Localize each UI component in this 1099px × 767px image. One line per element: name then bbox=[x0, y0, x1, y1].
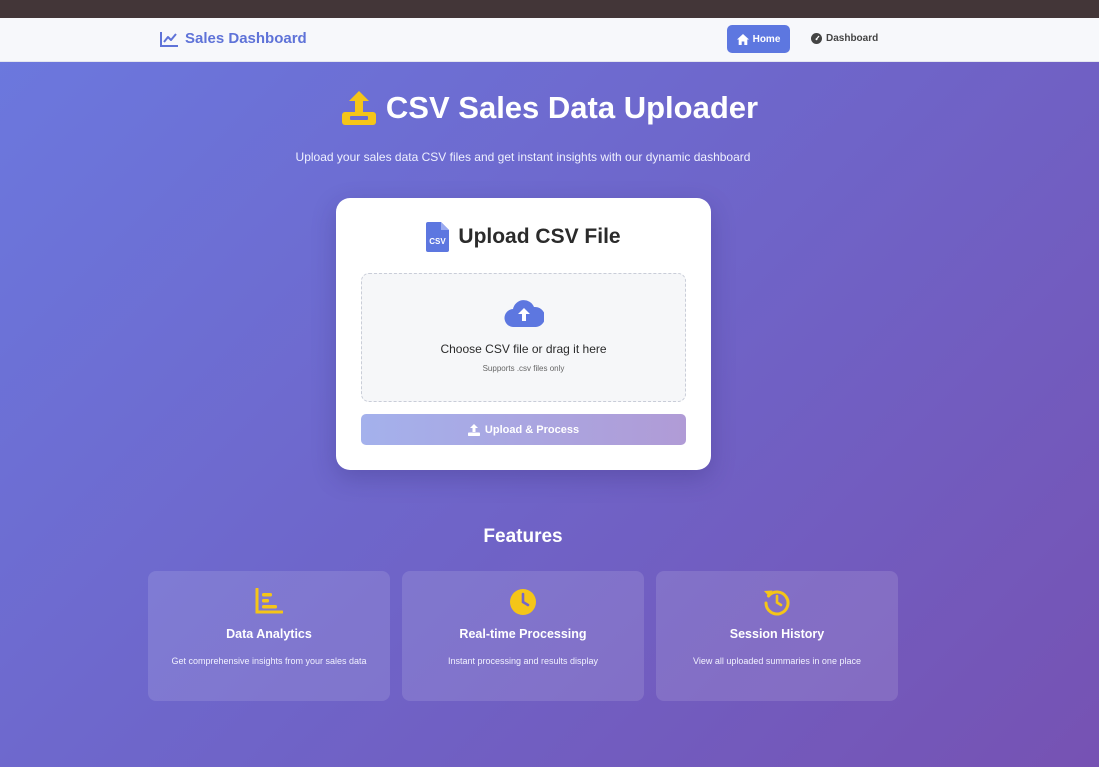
feature-card-realtime-processing: Real-time Processing Instant processing … bbox=[402, 571, 644, 701]
clock-icon bbox=[510, 589, 536, 615]
hero-title: CSV Sales Data Uploader bbox=[0, 90, 1099, 126]
feature-description: View all uploaded summaries in one place bbox=[693, 656, 861, 666]
feature-title: Data Analytics bbox=[226, 627, 312, 641]
hero-subtitle: Upload your sales data CSV files and get… bbox=[295, 150, 751, 164]
upload-tray-icon bbox=[341, 91, 376, 125]
upload-button-label: Upload & Process bbox=[484, 423, 580, 436]
brand-label: Sales Dashboard bbox=[185, 30, 307, 47]
upload-process-button[interactable]: Upload & Process bbox=[361, 414, 686, 445]
line-chart-icon bbox=[160, 31, 178, 47]
feature-title: Session History bbox=[729, 627, 825, 641]
feature-card-session-history: Session History View all uploaded summar… bbox=[656, 571, 898, 701]
nav-home-button[interactable]: Home bbox=[727, 25, 790, 53]
upload-icon bbox=[467, 423, 480, 436]
feature-title: Real-time Processing bbox=[459, 627, 587, 641]
brand-link[interactable]: Sales Dashboard bbox=[160, 30, 307, 47]
history-icon bbox=[764, 590, 790, 616]
upload-card: CSV Upload CSV File Choose CSV file or d… bbox=[336, 198, 711, 470]
nav-dashboard-label: Dashboard bbox=[826, 33, 879, 44]
navbar: Sales Dashboard Home Dashboard bbox=[0, 18, 1099, 62]
gauge-icon bbox=[811, 33, 822, 44]
csv-file-icon: CSV bbox=[426, 222, 450, 252]
features-heading: Features bbox=[483, 526, 563, 547]
dropzone-text: Choose CSV file or drag it here bbox=[440, 342, 607, 356]
csv-file-icon-text: CSV bbox=[430, 237, 447, 246]
upload-card-title-text: Upload CSV File bbox=[458, 225, 621, 248]
window-top-strip bbox=[0, 0, 1099, 18]
upload-card-title: CSV Upload CSV File bbox=[336, 222, 711, 252]
hero-title-text: CSV Sales Data Uploader bbox=[385, 90, 759, 125]
dropzone-hint: Supports .csv files only bbox=[482, 364, 565, 373]
home-icon bbox=[736, 33, 749, 45]
feature-description: Get comprehensive insights from your sal… bbox=[171, 656, 367, 666]
cloud-upload-icon bbox=[504, 300, 544, 328]
bar-chart-icon bbox=[255, 588, 283, 614]
nav-home-label: Home bbox=[752, 33, 781, 45]
feature-description: Instant processing and results display bbox=[447, 656, 599, 666]
nav-dashboard-link[interactable]: Dashboard bbox=[811, 33, 878, 44]
file-dropzone[interactable]: Choose CSV file or drag it here Supports… bbox=[361, 273, 686, 402]
feature-card-data-analytics: Data Analytics Get comprehensive insight… bbox=[148, 571, 390, 701]
